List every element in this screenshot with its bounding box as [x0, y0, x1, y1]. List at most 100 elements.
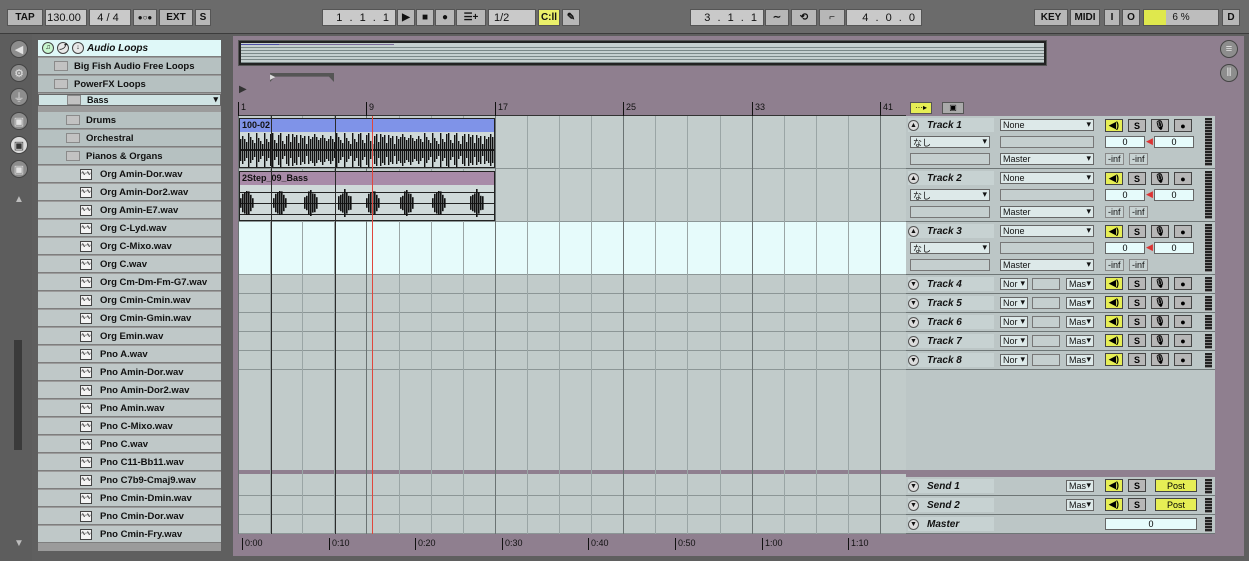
arm-button[interactable]: 🎙: [1151, 315, 1169, 328]
output-select[interactable]: Mas: [1066, 278, 1094, 290]
record-button[interactable]: ●: [435, 9, 455, 26]
record-arm-button[interactable]: ●: [1174, 334, 1192, 347]
output-select[interactable]: Mas: [1066, 499, 1094, 511]
hide-browser-button[interactable]: ◀: [10, 40, 28, 58]
arm-button[interactable]: 🎙: [1151, 277, 1169, 290]
browser-folder-item[interactable]: Pianos & Organs: [38, 148, 221, 165]
play-button[interactable]: ▶: [397, 9, 415, 26]
browser-file-item[interactable]: ∿∿ Pno Cmin-Dor.wav: [38, 508, 221, 525]
track-activator[interactable]: ◀): [1105, 225, 1123, 238]
input-channel-box[interactable]: [1000, 136, 1094, 148]
browser-file-item[interactable]: ∿∿ Pno C7b9-Cmaj9.wav: [38, 472, 221, 489]
input-channel-box[interactable]: [1032, 335, 1060, 347]
input-type-select[interactable]: None: [1000, 119, 1094, 131]
pan-field[interactable]: 0: [1154, 189, 1194, 201]
input-channel-box[interactable]: [1032, 297, 1060, 309]
overview-strip[interactable]: [238, 40, 1047, 66]
browser-folder-item[interactable]: PowerFX Loops: [38, 76, 221, 93]
track-activator[interactable]: ◀): [1105, 172, 1123, 185]
file-browser-2-button[interactable]: ▣: [10, 136, 28, 154]
track-activator[interactable]: ◀): [1105, 479, 1123, 492]
input-channel-box[interactable]: [1000, 189, 1094, 201]
record-arm-button[interactable]: ●: [1174, 353, 1192, 366]
track-1-header[interactable]: ▲Track 1 なし None Master ◀) S 🎙 ● 0 ◀ 0 -…: [906, 116, 1215, 169]
record-arm-button[interactable]: ●: [1174, 225, 1192, 238]
follow-button[interactable]: ☰+: [456, 9, 486, 26]
arm-button[interactable]: 🎙: [1151, 353, 1169, 366]
track-activator[interactable]: ◀): [1105, 315, 1123, 328]
browser-file-item[interactable]: ∿∿ Pno C.wav: [38, 436, 221, 453]
empty-drop-area[interactable]: [238, 370, 906, 474]
overview-zoom-frame[interactable]: [239, 41, 1046, 65]
record-arm-button[interactable]: ●: [1174, 119, 1192, 132]
track-name[interactable]: ▼ Track 6: [908, 315, 994, 329]
solo-button[interactable]: S: [1128, 296, 1146, 309]
record-arm-button[interactable]: ●: [1174, 296, 1192, 309]
solo-button[interactable]: S: [1128, 479, 1146, 492]
time-signature-field[interactable]: 4 / 4: [89, 9, 131, 26]
browser-file-item[interactable]: ∿∿ Org Emin.wav: [38, 328, 221, 345]
browser-file-item[interactable]: ∿∿ Pno Cmin-Fry.wav: [38, 526, 221, 543]
file-browser-3-button[interactable]: ▣: [10, 160, 28, 178]
browser-file-item[interactable]: ∿∿ Org Cmin-Cmin.wav: [38, 292, 221, 309]
input-type-select[interactable]: Nor: [1000, 354, 1028, 366]
solo-button[interactable]: S: [1128, 334, 1146, 347]
quantize-select[interactable]: 1/2: [488, 9, 536, 26]
track-name[interactable]: ▲ Track 3: [908, 224, 994, 238]
output-select[interactable]: Master: [1000, 259, 1094, 271]
browser-file-item[interactable]: ∿∿ Pno Amin.wav: [38, 400, 221, 417]
fold-arrow-icon[interactable]: ▼: [908, 278, 919, 290]
lock-button[interactable]: ▣: [942, 102, 964, 114]
track-name[interactable]: ▼ Track 5: [908, 296, 994, 310]
master-volume-field[interactable]: 0: [1105, 518, 1197, 530]
output-select[interactable]: Mas: [1066, 335, 1094, 347]
track-6-header[interactable]: ▼Track 6 Nor Mas ◀) S 🎙 ●: [906, 313, 1215, 332]
output-select[interactable]: Mas: [1066, 316, 1094, 328]
output-select[interactable]: Mas: [1066, 354, 1094, 366]
arm-button[interactable]: 🎙: [1151, 334, 1169, 347]
track-4-header[interactable]: ▼Track 4 Nor Mas ◀) S 🎙 ●: [906, 275, 1215, 294]
fold-arrow-icon[interactable]: ▲: [908, 225, 919, 237]
volume-field[interactable]: 0: [1105, 189, 1145, 201]
fold-arrow-icon[interactable]: ▼: [908, 335, 919, 347]
browser-file-item[interactable]: ∿∿ Pno Cmin-Dmin.wav: [38, 490, 221, 507]
post-button[interactable]: Post: [1155, 498, 1197, 511]
fold-arrow-icon[interactable]: ▼: [908, 316, 919, 328]
solo-button[interactable]: S: [1128, 315, 1146, 328]
track-name[interactable]: ▲ Track 2: [908, 171, 994, 185]
key-map-button[interactable]: KEY: [1034, 9, 1068, 26]
browser-file-item[interactable]: ∿∿ Org C.wav: [38, 256, 221, 273]
track-name[interactable]: ▲ Track 1: [908, 118, 994, 132]
return-lane-2[interactable]: [238, 496, 906, 515]
loop-button[interactable]: ⟲: [791, 9, 817, 26]
track-7-header[interactable]: ▼Track 7 Nor Mas ◀) S 🎙 ●: [906, 332, 1215, 351]
browser-file-item[interactable]: ∿∿ Org C-Mixo.wav: [38, 238, 221, 255]
record-arm-button[interactable]: ●: [1174, 277, 1192, 290]
track-8-header[interactable]: ▼Track 8 Nor Mas ◀) S 🎙 ●: [906, 351, 1215, 370]
input-sub-select[interactable]: なし: [910, 242, 990, 254]
loop-start-field[interactable]: 3 . 1 . 1: [690, 9, 764, 26]
track-lane-5[interactable]: [238, 294, 906, 313]
solo-button[interactable]: S: [1128, 119, 1146, 132]
fold-arrow-icon[interactable]: ▲: [908, 172, 919, 184]
output-select[interactable]: Mas: [1066, 480, 1094, 492]
pan-field[interactable]: 0: [1154, 136, 1194, 148]
track-activator[interactable]: ◀): [1105, 498, 1123, 511]
track-activator[interactable]: ◀): [1105, 296, 1123, 309]
track-lanes[interactable]: 100-02 2Step_09_Bass: [238, 116, 906, 534]
loop-switch[interactable]: C:ll: [538, 9, 560, 26]
return-track-2-header[interactable]: ▼Send 2 Mas ◀) S Post: [906, 496, 1215, 515]
fold-arrow-icon[interactable]: ▼: [908, 480, 919, 492]
punch-in-button[interactable]: ∼: [765, 9, 789, 26]
song-position-field[interactable]: 1 . 1 . 1: [322, 9, 396, 26]
track-name[interactable]: ▼ Master: [908, 517, 994, 531]
pan-field[interactable]: 0: [1154, 242, 1194, 254]
fold-arrow-icon[interactable]: ▼: [908, 499, 919, 511]
monitor-box[interactable]: [910, 259, 990, 271]
expand-arrow-icon[interactable]: ▶: [239, 84, 247, 95]
fold-arrow-icon[interactable]: ▼: [908, 354, 919, 366]
browser-scrollbar[interactable]: [14, 340, 22, 450]
track-lane-3[interactable]: [238, 222, 906, 275]
browser-file-item[interactable]: ∿∿ Pno C11-Bb11.wav: [38, 454, 221, 471]
session-view-button[interactable]: ⦀: [1220, 64, 1238, 82]
